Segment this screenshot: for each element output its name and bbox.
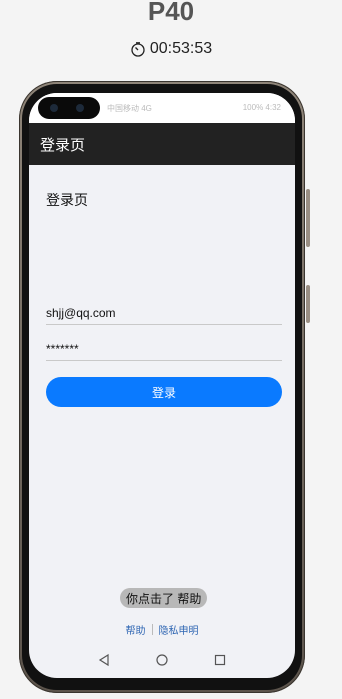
system-nav-bar <box>29 653 295 667</box>
home-circle-icon[interactable] <box>155 653 169 667</box>
privacy-link[interactable]: 隐私申明 <box>159 622 199 637</box>
status-battery-time: 100% 4:32 <box>242 103 281 112</box>
link-divider <box>151 624 153 635</box>
recents-square-icon[interactable] <box>213 653 227 667</box>
password-input[interactable] <box>46 342 282 356</box>
page-heading: 登录页 <box>46 192 88 208</box>
timer-value: 00:53:53 <box>149 40 213 57</box>
footer-links: 帮助 隐私申明 <box>29 622 295 637</box>
timer: 00:53:53 <box>0 40 342 58</box>
help-link[interactable]: 帮助 <box>126 622 146 637</box>
password-field[interactable] <box>46 337 282 361</box>
volume-button <box>306 189 310 247</box>
app-bar-title: 登录页 <box>40 136 86 154</box>
power-button <box>306 285 310 323</box>
app-bar: 登录页 <box>29 123 295 165</box>
status-bar: 中国移动 4G 100% 4:32 <box>29 93 295 123</box>
email-input[interactable] <box>46 306 282 320</box>
phone-screen: 中国移动 4G 100% 4:32 登录页 登录页 登录 你点击了 帮助 帮助 … <box>29 93 295 678</box>
status-carrier: 中国移动 4G <box>107 104 152 113</box>
login-button[interactable]: 登录 <box>46 377 282 407</box>
phone-frame: 中国移动 4G 100% 4:32 登录页 登录页 登录 你点击了 帮助 帮助 … <box>19 81 310 693</box>
timer-icon <box>131 42 145 57</box>
toast-message: 你点击了 帮助 <box>120 588 208 608</box>
device-title: P40 <box>147 0 195 26</box>
camera-cutout <box>38 97 100 119</box>
email-field[interactable] <box>46 301 282 325</box>
back-triangle-icon[interactable] <box>97 653 111 667</box>
